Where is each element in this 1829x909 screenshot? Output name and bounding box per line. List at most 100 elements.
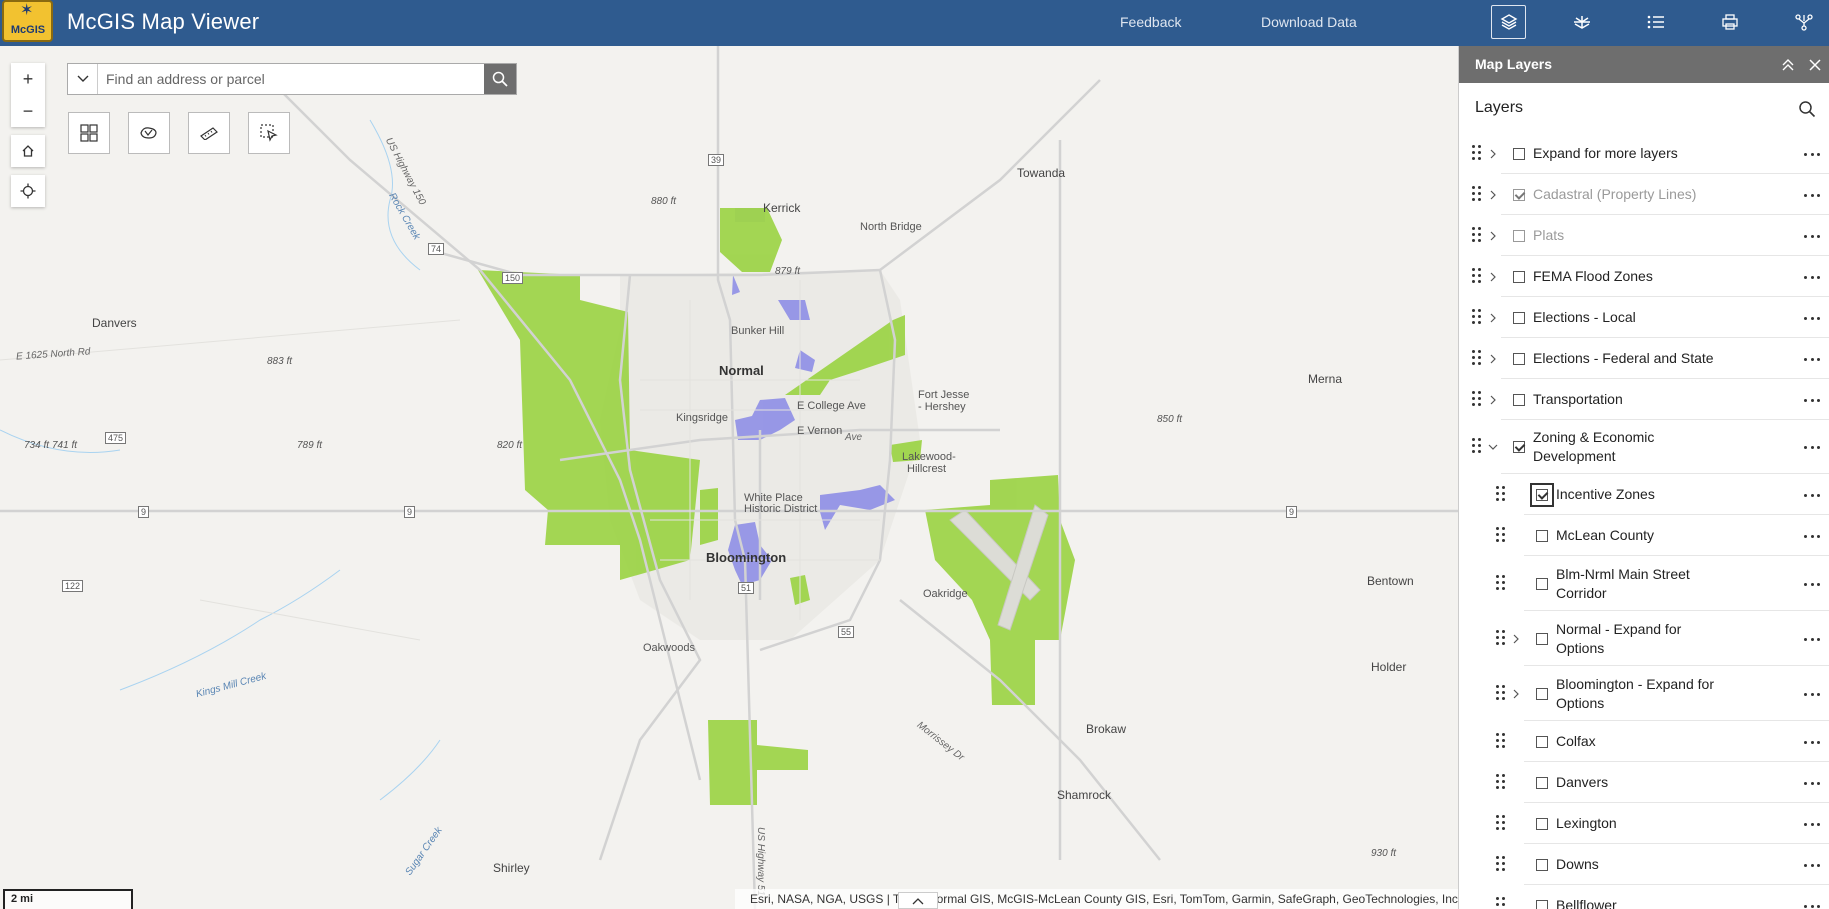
layer-visibility-checkbox[interactable] xyxy=(1513,353,1525,365)
layer-row[interactable]: Blm-Nrml Main Street Corridor xyxy=(1459,556,1829,611)
drag-handle-icon[interactable] xyxy=(1496,856,1508,874)
drag-handle-icon[interactable] xyxy=(1472,145,1484,163)
drag-handle-icon[interactable] xyxy=(1496,685,1508,703)
layer-visibility-checkbox[interactable] xyxy=(1530,483,1554,507)
layer-row[interactable]: Transportation xyxy=(1459,379,1829,420)
layer-visibility-checkbox[interactable] xyxy=(1513,394,1525,406)
drag-handle-icon[interactable] xyxy=(1496,733,1508,751)
drag-handle-icon[interactable] xyxy=(1472,309,1484,327)
layer-row[interactable]: McLean County xyxy=(1459,515,1829,556)
close-panel-button[interactable] xyxy=(1804,54,1826,76)
share-button[interactable] xyxy=(1786,5,1821,39)
drag-handle-icon[interactable] xyxy=(1496,575,1508,593)
search-source-dropdown[interactable] xyxy=(68,64,98,94)
more-options-icon[interactable] xyxy=(1804,577,1820,591)
chevron-right-icon[interactable] xyxy=(1487,271,1499,283)
layer-row[interactable]: Danvers xyxy=(1459,762,1829,803)
more-options-icon[interactable] xyxy=(1804,817,1820,831)
layer-visibility-checkbox[interactable] xyxy=(1536,900,1548,909)
chevron-right-icon[interactable] xyxy=(1487,312,1499,324)
layer-row[interactable]: Incentive Zones xyxy=(1459,474,1829,515)
download-data-link[interactable]: Download Data xyxy=(1261,14,1357,30)
measure-area-button[interactable] xyxy=(128,112,170,154)
layer-row[interactable]: Zoning & Economic Development xyxy=(1459,420,1829,474)
layer-row[interactable]: Bloomington - Expand for Options xyxy=(1459,666,1829,721)
layer-visibility-checkbox[interactable] xyxy=(1536,777,1548,789)
more-options-icon[interactable] xyxy=(1804,858,1820,872)
chevron-right-icon[interactable] xyxy=(1510,688,1522,700)
layer-visibility-checkbox[interactable] xyxy=(1536,688,1548,700)
select-tool-button[interactable] xyxy=(248,112,290,154)
basemap-canvas[interactable] xyxy=(0,46,1458,909)
drag-handle-icon[interactable] xyxy=(1472,268,1484,286)
zoom-out-button[interactable]: − xyxy=(11,95,45,127)
layer-visibility-checkbox[interactable] xyxy=(1513,312,1525,324)
drag-handle-icon[interactable] xyxy=(1496,486,1508,504)
more-options-icon[interactable] xyxy=(1804,147,1820,161)
layer-visibility-checkbox[interactable] xyxy=(1513,189,1525,201)
layer-visibility-checkbox[interactable] xyxy=(1513,271,1525,283)
search-button[interactable] xyxy=(484,64,516,94)
basemap-button[interactable] xyxy=(1564,5,1599,39)
drag-handle-icon[interactable] xyxy=(1472,350,1484,368)
locate-button[interactable] xyxy=(11,175,45,207)
more-options-icon[interactable] xyxy=(1804,229,1820,243)
more-options-icon[interactable] xyxy=(1804,488,1820,502)
layer-visibility-checkbox[interactable] xyxy=(1513,148,1525,160)
more-options-icon[interactable] xyxy=(1804,270,1820,284)
more-options-icon[interactable] xyxy=(1804,735,1820,749)
drag-handle-icon[interactable] xyxy=(1496,815,1508,833)
mcgis-logo[interactable]: ✶ McGIS xyxy=(2,0,53,42)
layer-row[interactable]: Downs xyxy=(1459,844,1829,885)
layer-row[interactable]: Expand for more layers xyxy=(1459,133,1829,174)
layer-visibility-checkbox[interactable] xyxy=(1536,818,1548,830)
feedback-link[interactable]: Feedback xyxy=(1120,14,1181,30)
drag-handle-icon[interactable] xyxy=(1472,391,1484,409)
more-options-icon[interactable] xyxy=(1804,776,1820,790)
measure-distance-button[interactable] xyxy=(188,112,230,154)
chevron-right-icon[interactable] xyxy=(1487,353,1499,365)
layer-visibility-checkbox[interactable] xyxy=(1536,736,1548,748)
layer-visibility-checkbox[interactable] xyxy=(1513,441,1525,453)
drag-handle-icon[interactable] xyxy=(1472,186,1484,204)
home-button[interactable] xyxy=(11,135,45,167)
print-button[interactable] xyxy=(1712,5,1747,39)
layer-row[interactable]: Cadastral (Property Lines) xyxy=(1459,174,1829,215)
more-options-icon[interactable] xyxy=(1804,687,1820,701)
layer-visibility-checkbox[interactable] xyxy=(1536,530,1548,542)
layers-search-button[interactable] xyxy=(1794,96,1820,122)
more-options-icon[interactable] xyxy=(1804,440,1820,454)
more-options-icon[interactable] xyxy=(1804,393,1820,407)
layer-row[interactable]: Lexington xyxy=(1459,803,1829,844)
layer-row[interactable]: FEMA Flood Zones xyxy=(1459,256,1829,297)
layer-visibility-checkbox[interactable] xyxy=(1536,633,1548,645)
more-options-icon[interactable] xyxy=(1804,632,1820,646)
layer-row[interactable]: Elections - Federal and State xyxy=(1459,338,1829,379)
layer-visibility-checkbox[interactable] xyxy=(1536,859,1548,871)
more-options-icon[interactable] xyxy=(1804,352,1820,366)
layer-visibility-checkbox[interactable] xyxy=(1536,578,1548,590)
collapse-panel-button[interactable] xyxy=(1777,54,1799,76)
search-input[interactable] xyxy=(98,64,484,94)
more-options-icon[interactable] xyxy=(1804,529,1820,543)
layer-row[interactable]: Colfax xyxy=(1459,721,1829,762)
zoom-in-button[interactable]: + xyxy=(11,63,45,95)
chevron-right-icon[interactable] xyxy=(1510,633,1522,645)
layer-row[interactable]: Elections - Local xyxy=(1459,297,1829,338)
more-options-icon[interactable] xyxy=(1804,311,1820,325)
layer-row[interactable]: Normal - Expand for Options xyxy=(1459,611,1829,666)
more-options-icon[interactable] xyxy=(1804,899,1820,909)
layers-button[interactable] xyxy=(1491,5,1526,39)
layer-row[interactable]: Bellflower xyxy=(1459,885,1829,909)
grid-tool-button[interactable] xyxy=(68,112,110,154)
drag-handle-icon[interactable] xyxy=(1496,630,1508,648)
drag-handle-icon[interactable] xyxy=(1472,227,1484,245)
legend-button[interactable] xyxy=(1638,5,1673,39)
drag-handle-icon[interactable] xyxy=(1496,897,1508,909)
drag-handle-icon[interactable] xyxy=(1472,438,1484,456)
attribution-toggle[interactable] xyxy=(898,892,938,909)
layer-row[interactable]: Plats xyxy=(1459,215,1829,256)
chevron-down-icon[interactable] xyxy=(1487,441,1499,453)
chevron-right-icon[interactable] xyxy=(1487,394,1499,406)
drag-handle-icon[interactable] xyxy=(1496,774,1508,792)
